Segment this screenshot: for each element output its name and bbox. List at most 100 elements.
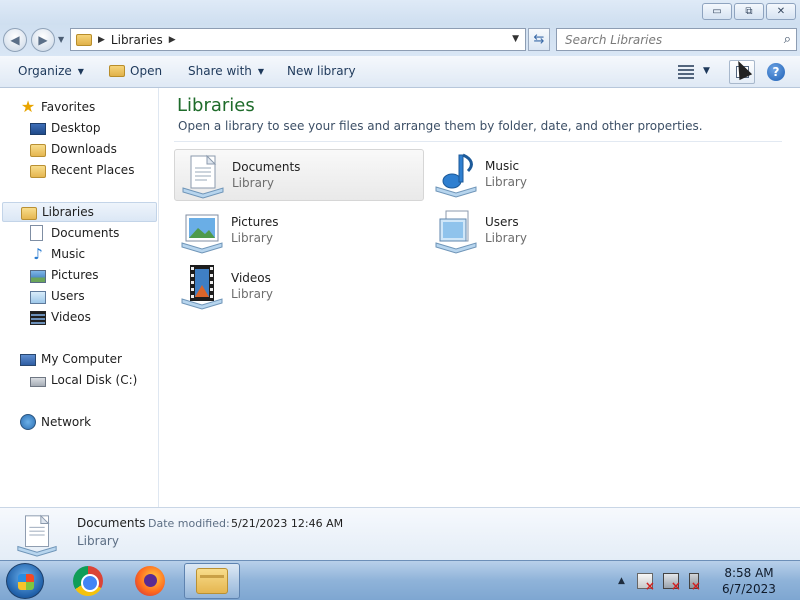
volume-muted-icon[interactable]	[688, 573, 701, 593]
library-name: Music	[485, 159, 520, 173]
sidebar-item-desktop[interactable]: Desktop	[30, 118, 101, 138]
library-type: Library	[485, 175, 527, 189]
sidebar-item-pictures[interactable]: Pictures	[30, 265, 99, 285]
library-name: Videos	[231, 271, 271, 285]
command-bar: Organize ▼ Open Share with ▼ New library…	[0, 56, 800, 88]
library-name: Documents	[232, 160, 301, 174]
organize-button[interactable]: Organize ▼	[18, 64, 84, 78]
details-date-label: Date modified:	[148, 517, 230, 530]
sidebar-label: Desktop	[51, 121, 101, 135]
search-box[interactable]: ⌕	[556, 28, 797, 51]
hard-disk-icon	[30, 377, 46, 387]
clock[interactable]: 8:58 AM 6/7/2023	[716, 565, 782, 597]
title-bar: ▭ ⧉ ✕	[0, 0, 800, 24]
details-item-name: Documents	[77, 516, 146, 530]
minimize-button[interactable]: ▭	[702, 3, 732, 20]
sidebar-label: Pictures	[51, 268, 99, 282]
sidebar-item-my-computer[interactable]: My Computer	[20, 349, 122, 369]
close-button[interactable]: ✕	[766, 3, 796, 20]
sidebar-item-recent-places[interactable]: Recent Places	[30, 160, 134, 180]
library-type: Library	[232, 176, 274, 190]
sidebar-item-downloads[interactable]: Downloads	[30, 139, 117, 159]
library-item-users[interactable]: Users Library	[428, 205, 678, 257]
library-type: Library	[231, 287, 273, 301]
page-title: Libraries	[177, 95, 255, 116]
library-item-pictures[interactable]: Pictures Library	[174, 205, 424, 257]
network-globe-icon	[20, 414, 36, 430]
start-button[interactable]	[6, 563, 44, 599]
sidebar-item-documents[interactable]: Documents	[30, 223, 119, 243]
system-tray: ▲	[618, 573, 709, 593]
sidebar-label: Network	[41, 415, 92, 429]
videos-library-icon	[181, 265, 223, 310]
libraries-icon	[76, 33, 92, 46]
clock-time: 8:58 AM	[724, 566, 774, 580]
library-name: Pictures	[231, 215, 279, 229]
library-item-music[interactable]: Music Library	[428, 149, 678, 201]
address-dropdown-icon[interactable]: ▼	[512, 34, 519, 44]
sidebar-label: Videos	[51, 310, 91, 324]
details-pane: Documents Date modified: 5/21/2023 12:46…	[0, 507, 800, 560]
forward-button[interactable]: ▶	[31, 28, 55, 52]
sidebar-item-network[interactable]: Network	[20, 412, 91, 432]
recent-pages-dropdown[interactable]: ▼	[58, 35, 64, 44]
pictures-icon	[30, 269, 46, 283]
breadcrumb-chevron-icon[interactable]: ▶	[98, 35, 105, 45]
film-strip-icon	[30, 310, 46, 325]
documents-icon	[30, 225, 43, 241]
downloads-folder-icon	[30, 143, 46, 157]
network-status-icon[interactable]	[662, 573, 681, 593]
back-button[interactable]: ◀	[3, 28, 27, 52]
sidebar-label: Local Disk (C:)	[51, 373, 138, 387]
sidebar-label: Downloads	[51, 142, 117, 156]
sidebar-label: Music	[51, 247, 86, 261]
chevron-down-icon: ▼	[257, 66, 265, 76]
library-type: Library	[485, 231, 527, 245]
breadcrumb-chevron-icon[interactable]: ▶	[169, 35, 176, 45]
sidebar-label: Documents	[51, 226, 120, 240]
sidebar-item-libraries[interactable]: Libraries	[2, 202, 157, 222]
recent-places-icon	[30, 164, 46, 178]
details-item-type: Library	[77, 534, 119, 548]
share-with-button[interactable]: Share with ▼	[188, 64, 264, 78]
address-bar[interactable]: ▶ Libraries ▶ ▼	[70, 28, 526, 51]
documents-library-icon	[17, 514, 57, 557]
sidebar-label: Users	[51, 289, 85, 303]
sidebar-item-videos[interactable]: Videos	[30, 307, 91, 327]
search-input[interactable]	[565, 32, 770, 47]
taskbar: ▲ 8:58 AM 6/7/2023	[0, 560, 800, 600]
sidebar-item-local-disk[interactable]: Local Disk (C:)	[30, 370, 137, 390]
computer-icon	[20, 354, 36, 366]
action-center-flag-icon[interactable]	[636, 573, 655, 593]
library-item-videos[interactable]: Videos Library	[174, 261, 424, 313]
divider	[174, 141, 782, 142]
users-icon	[30, 290, 46, 304]
star-icon: ★	[20, 97, 36, 116]
new-library-button[interactable]: New library	[287, 64, 356, 78]
change-view-icon[interactable]	[678, 65, 694, 79]
help-button[interactable]: ?	[767, 63, 785, 81]
search-icon[interactable]: ⌕	[784, 32, 791, 47]
taskbar-firefox[interactable]	[122, 563, 178, 599]
sidebar-item-music[interactable]: ♪ Music	[30, 244, 85, 264]
restore-button[interactable]: ⧉	[734, 3, 764, 20]
sidebar-label: Libraries	[42, 205, 94, 219]
refresh-button[interactable]: ⇆	[528, 28, 550, 51]
taskbar-chrome[interactable]	[60, 563, 116, 599]
show-hidden-icons-icon[interactable]: ▲	[618, 576, 625, 586]
libraries-icon	[21, 206, 37, 220]
view-options-dropdown[interactable]: ▼	[703, 66, 710, 76]
sidebar-item-favorites[interactable]: ★ Favorites	[20, 97, 95, 117]
chrome-icon	[73, 566, 103, 596]
page-description: Open a library to see your files and arr…	[178, 119, 703, 133]
library-item-documents[interactable]: Documents Library	[174, 149, 424, 201]
sidebar-label: Recent Places	[51, 163, 135, 177]
breadcrumb-libraries[interactable]: Libraries	[111, 33, 163, 47]
open-button[interactable]: Open	[109, 64, 162, 78]
sidebar-item-users[interactable]: Users	[30, 286, 85, 306]
share-with-label: Share with	[188, 64, 252, 78]
taskbar-windows-explorer[interactable]	[184, 563, 240, 599]
pictures-library-icon	[181, 214, 223, 254]
open-label: Open	[130, 64, 163, 78]
libraries-content: Libraries Open a library to see your fil…	[160, 88, 800, 507]
